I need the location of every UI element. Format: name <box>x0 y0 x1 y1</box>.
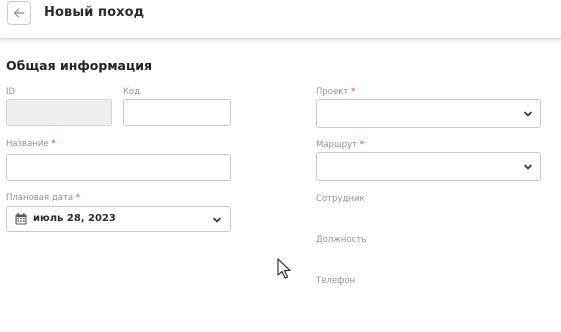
required-marker: * <box>351 87 356 97</box>
phone-label: Телефон <box>316 276 356 286</box>
planned-date-value: июль 28, 2023 <box>33 213 116 224</box>
back-button[interactable] <box>7 1 31 25</box>
required-marker: * <box>75 193 81 203</box>
id-field <box>6 99 112 126</box>
mouse-pointer-icon <box>277 258 291 279</box>
calendar-icon <box>15 213 27 225</box>
page-title: Новый поход <box>44 5 145 20</box>
chevron-down-icon <box>213 217 221 223</box>
planned-date-label: Плановая дата * <box>6 193 81 203</box>
chevron-down-icon <box>524 111 532 117</box>
planned-date-picker[interactable]: июль 28, 2023 <box>6 206 231 232</box>
name-field[interactable] <box>6 154 231 181</box>
employee-label: Сотрудник <box>316 194 365 204</box>
required-marker: * <box>359 140 365 150</box>
code-field[interactable] <box>123 99 231 126</box>
name-label: Название * <box>6 139 56 149</box>
code-label: Код <box>123 87 141 97</box>
project-select[interactable] <box>316 99 541 128</box>
route-label: Маршрут * <box>316 140 365 150</box>
arrow-left-icon <box>13 8 25 18</box>
id-label: ID <box>6 87 16 97</box>
chevron-down-icon <box>524 164 532 170</box>
position-label: Должность <box>316 235 367 245</box>
page-header: Новый поход <box>0 0 561 39</box>
next-section-title-fragment <box>4 325 14 332</box>
section-title: Общая информация <box>6 58 153 73</box>
route-select[interactable] <box>316 152 541 181</box>
project-label: Проект * <box>316 87 356 97</box>
required-marker: * <box>51 139 56 149</box>
